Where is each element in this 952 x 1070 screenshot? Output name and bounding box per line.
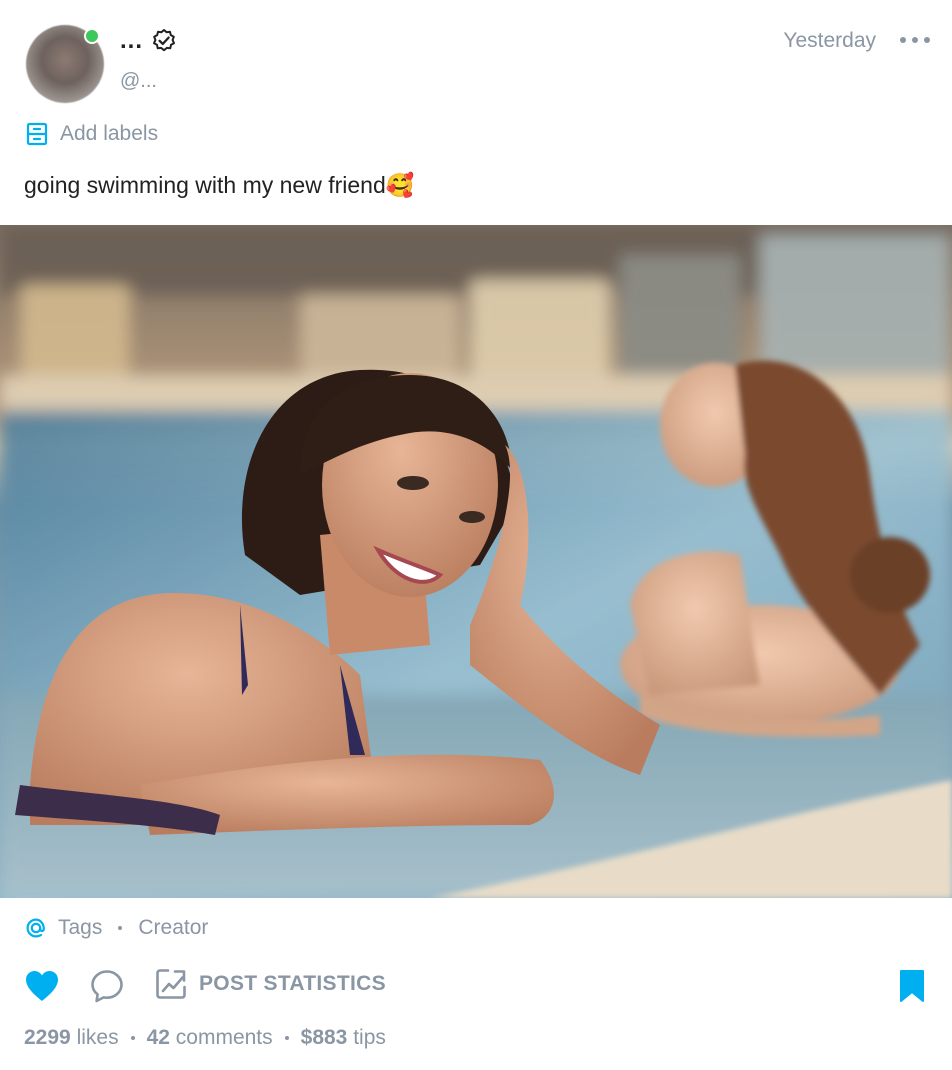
post-actions: POST STATISTICS <box>0 965 952 1009</box>
creator-link[interactable]: Creator <box>138 916 208 940</box>
add-labels-label: Add labels <box>60 122 159 145</box>
comments-label: comments <box>175 1026 273 1049</box>
post-counts: 2299 likes 42 comments $883 tips <box>24 1026 386 1050</box>
tips-label: tips <box>353 1026 386 1049</box>
likes-count-item[interactable]: 2299 likes <box>24 1026 119 1050</box>
tags-row: Tags Creator <box>24 916 208 940</box>
tags-link[interactable]: Tags <box>58 916 102 940</box>
tips-count-item[interactable]: $883 tips <box>301 1026 386 1050</box>
post-image[interactable] <box>0 225 952 898</box>
post-statistics-button[interactable]: POST STATISTICS <box>154 967 386 1001</box>
separator-dot <box>284 1036 289 1040</box>
more-horizontal-icon[interactable] <box>900 30 930 50</box>
post-text: going swimming with my new friend🥰 <box>24 172 415 198</box>
separator-dot <box>130 1036 135 1040</box>
comments-count-item[interactable]: 42 comments <box>147 1026 273 1050</box>
verified-badge-icon <box>153 29 176 52</box>
more-dot <box>912 37 918 43</box>
separator-dot <box>118 926 123 930</box>
bookmark-icon[interactable] <box>898 969 926 1003</box>
post-image-illustration <box>0 225 952 898</box>
at-sign-icon <box>26 918 45 938</box>
post-time[interactable]: Yesterday <box>783 29 876 53</box>
stats-chart-icon <box>156 969 186 999</box>
tips-amount: $883 <box>300 1026 348 1049</box>
add-labels-button[interactable]: Add labels <box>26 122 158 146</box>
author-handle[interactable]: @... <box>120 70 157 93</box>
comment-bubble-icon[interactable] <box>89 968 125 1004</box>
likes-count: 2299 <box>24 1026 71 1049</box>
likes-label: likes <box>76 1026 119 1049</box>
more-dot <box>924 37 930 43</box>
author-name[interactable]: ... <box>120 29 143 53</box>
more-dot <box>900 37 906 43</box>
labels-icon <box>26 122 48 146</box>
post-statistics-label: POST STATISTICS <box>199 972 386 995</box>
post-header: ... @... Yesterday <box>0 0 952 110</box>
comments-count: 42 <box>146 1026 170 1049</box>
online-status-dot <box>84 28 100 44</box>
heart-icon[interactable] <box>24 969 60 1003</box>
author-name-row[interactable]: ... <box>120 28 177 54</box>
